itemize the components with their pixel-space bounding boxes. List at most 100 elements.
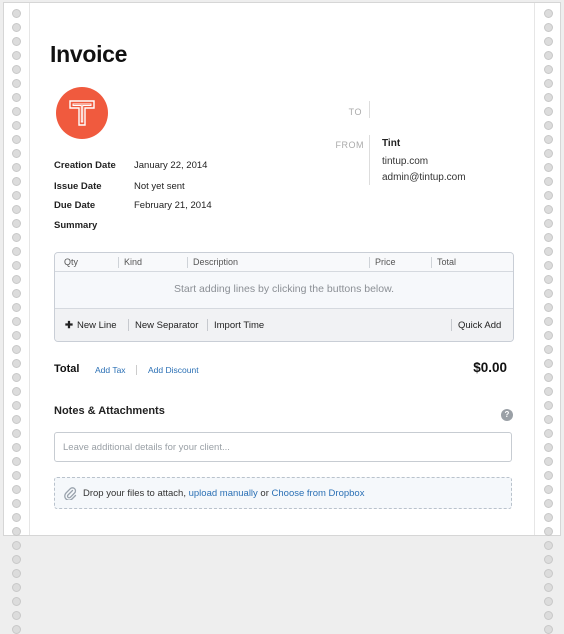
notes-input[interactable] <box>54 432 512 462</box>
meta-label: Creation Date <box>54 160 116 171</box>
punch-hole <box>543 149 553 158</box>
punch-hole <box>11 93 21 102</box>
punch-hole <box>543 331 553 340</box>
punch-hole <box>11 247 21 256</box>
punch-hole <box>543 303 553 312</box>
punch-hole <box>11 611 21 620</box>
punch-hole <box>11 485 21 494</box>
notebook-holes-right <box>542 9 554 634</box>
punch-hole <box>543 387 553 396</box>
totals-divider <box>136 365 137 375</box>
punch-hole <box>543 261 553 270</box>
punch-hole <box>543 625 553 634</box>
from-name: Tint <box>382 138 401 149</box>
punch-hole <box>543 611 553 620</box>
punch-hole <box>11 261 21 270</box>
punch-hole <box>11 345 21 354</box>
column-divider <box>431 257 432 268</box>
table-header: Qty Kind Description Price Total <box>55 253 513 272</box>
punch-hole <box>543 163 553 172</box>
punch-hole <box>543 79 553 88</box>
import-time-button[interactable]: Import Time <box>214 320 264 331</box>
punch-hole <box>11 527 21 536</box>
new-line-label: New Line <box>76 320 117 331</box>
drop-prefix: Drop your files to attach, <box>83 488 189 499</box>
action-divider <box>128 319 129 331</box>
punch-hole <box>543 345 553 354</box>
column-header-qty: Qty <box>64 257 79 267</box>
punch-hole <box>11 79 21 88</box>
punch-hole <box>543 219 553 228</box>
table-actions-bar: ✚ New Line New Separator Import Time Quic… <box>55 308 513 341</box>
punch-hole <box>11 387 21 396</box>
t-logo-icon[interactable] <box>56 87 108 139</box>
choose-from-dropbox-link[interactable]: Choose from Dropbox <box>272 488 365 499</box>
punch-hole <box>543 205 553 214</box>
punch-hole <box>543 37 553 46</box>
punch-hole <box>11 317 21 326</box>
punch-hole <box>543 541 553 550</box>
drop-instructions: Drop your files to attach, upload manual… <box>83 488 364 499</box>
margin-line-right <box>534 3 535 535</box>
notebook-holes-left <box>10 9 22 634</box>
help-icon[interactable]: ? <box>501 409 513 421</box>
from-website: tintup.com <box>382 156 429 167</box>
punch-hole <box>11 275 21 284</box>
column-divider <box>118 257 119 268</box>
punch-hole <box>543 443 553 452</box>
punch-hole <box>11 457 21 466</box>
punch-hole <box>543 555 553 564</box>
punch-hole <box>11 219 21 228</box>
to-divider <box>369 101 370 118</box>
punch-hole <box>11 135 21 144</box>
punch-hole <box>543 23 553 32</box>
punch-hole <box>543 247 553 256</box>
paperclip-icon <box>64 487 77 500</box>
punch-hole <box>11 499 21 508</box>
punch-hole <box>543 597 553 606</box>
file-drop-zone[interactable]: Drop your files to attach, upload manual… <box>54 477 512 509</box>
action-divider <box>451 319 452 331</box>
punch-hole <box>11 191 21 200</box>
punch-hole <box>543 415 553 424</box>
meta-value[interactable]: February 21, 2014 <box>134 200 334 211</box>
punch-hole <box>11 149 21 158</box>
punch-hole <box>543 457 553 466</box>
punch-hole <box>543 401 553 410</box>
drop-or-text: or <box>257 488 272 499</box>
column-divider <box>369 257 370 268</box>
punch-hole <box>11 359 21 368</box>
punch-hole <box>543 93 553 102</box>
margin-line-left <box>29 3 30 535</box>
punch-hole <box>11 555 21 564</box>
punch-hole <box>543 107 553 116</box>
punch-hole <box>543 65 553 74</box>
total-amount: $0.00 <box>473 360 507 375</box>
punch-hole <box>11 163 21 172</box>
punch-hole <box>543 121 553 130</box>
upload-manually-link[interactable]: upload manually <box>189 488 258 499</box>
plus-icon: ✚ <box>65 320 73 331</box>
quick-add-button[interactable]: Quick Add <box>458 320 501 331</box>
punch-hole <box>543 485 553 494</box>
meta-label: Summary <box>54 220 98 231</box>
new-separator-button[interactable]: New Separator <box>135 320 198 331</box>
column-header-price: Price <box>375 257 396 267</box>
punch-hole <box>11 51 21 60</box>
punch-hole <box>543 275 553 284</box>
punch-hole <box>11 373 21 382</box>
column-header-description: Description <box>193 257 239 267</box>
punch-hole <box>11 513 21 522</box>
new-line-button[interactable]: ✚ New Line <box>65 320 117 331</box>
add-tax-link[interactable]: Add Tax <box>95 365 126 375</box>
punch-hole <box>11 205 21 214</box>
punch-hole <box>11 121 21 130</box>
from-label: FROM <box>335 140 364 150</box>
column-header-kind: Kind <box>124 257 143 267</box>
add-discount-link[interactable]: Add Discount <box>148 365 199 375</box>
punch-hole <box>543 359 553 368</box>
punch-hole <box>11 289 21 298</box>
punch-hole <box>11 471 21 480</box>
punch-hole <box>11 429 21 438</box>
punch-hole <box>543 429 553 438</box>
